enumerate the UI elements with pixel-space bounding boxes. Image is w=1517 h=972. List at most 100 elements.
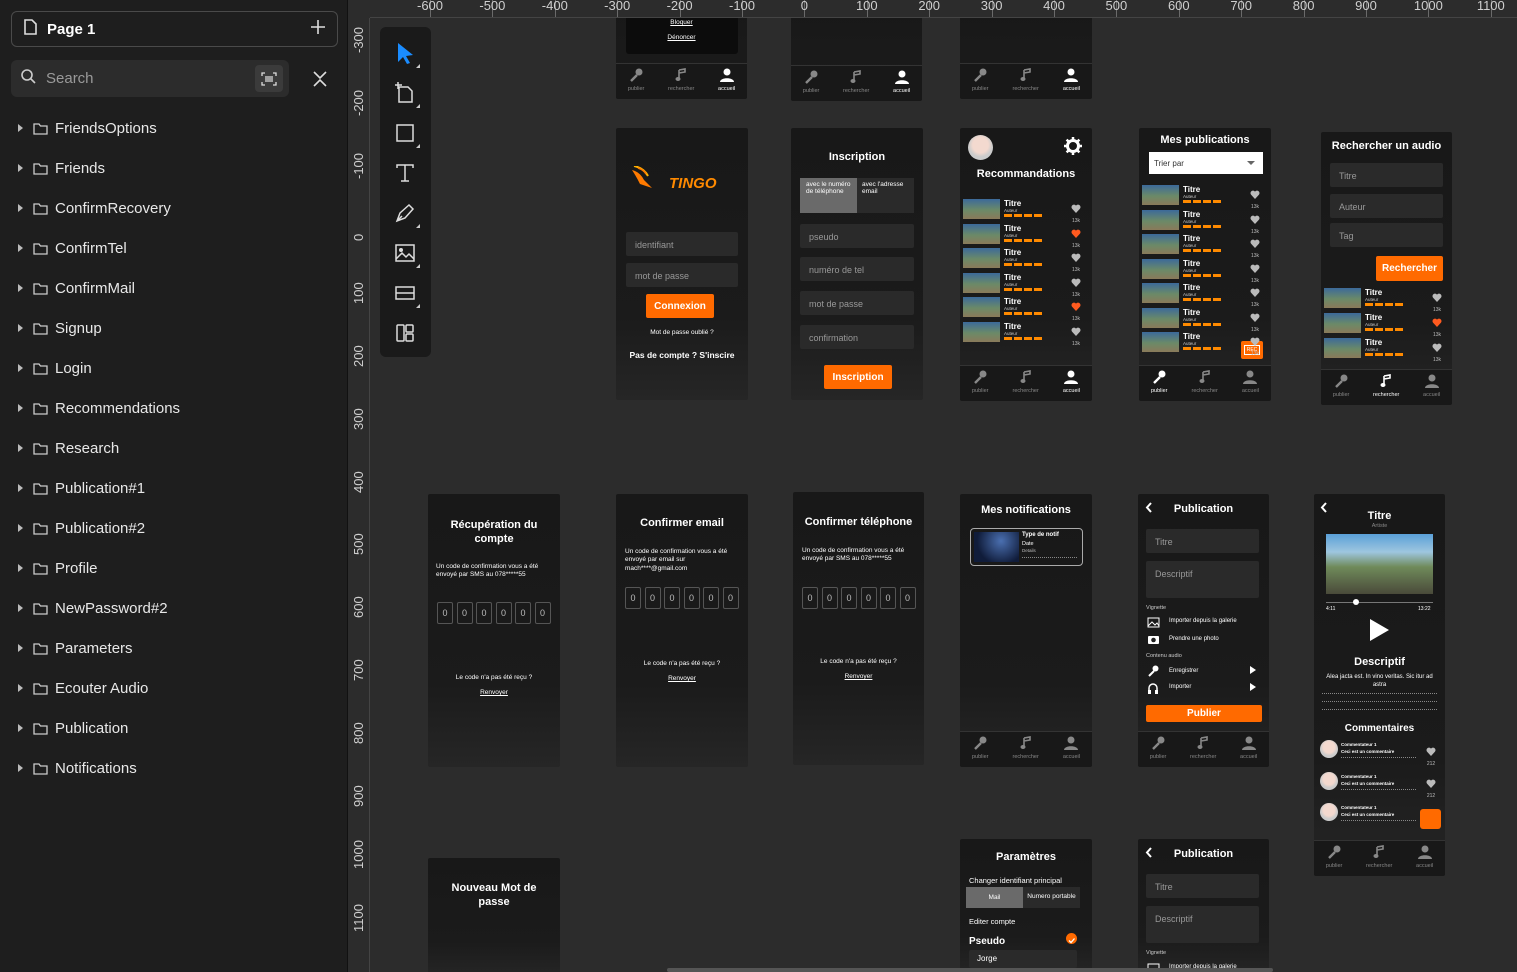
frame-signup[interactable]: Inscription avec le numéro de téléphone … xyxy=(791,128,923,400)
tag-search-input[interactable]: Tag xyxy=(1330,223,1443,247)
confirm-password-input[interactable]: confirmation xyxy=(800,325,914,349)
layer-item[interactable]: Research xyxy=(0,428,348,468)
code-digit-input[interactable]: 0 xyxy=(534,602,551,624)
like-button[interactable]: 13k xyxy=(1248,260,1262,284)
resend-link[interactable]: Renvoyer xyxy=(428,689,560,697)
like-button[interactable]: 212 xyxy=(1424,743,1438,767)
like-button[interactable]: 13k xyxy=(1430,289,1444,313)
search-button[interactable]: Rechercher xyxy=(1376,256,1443,281)
track-row[interactable]: Titre Auteur 13k xyxy=(963,321,1083,347)
code-digit-input[interactable]: 0 xyxy=(625,587,641,609)
like-button[interactable]: 13k xyxy=(1248,309,1262,333)
track-row[interactable]: Titre Auteur 13k xyxy=(1142,282,1262,308)
layer-item[interactable]: Friends xyxy=(0,148,348,188)
password-input[interactable]: mot de passe xyxy=(626,263,738,287)
avatar[interactable] xyxy=(968,135,993,160)
code-digit-input[interactable]: 0 xyxy=(664,587,680,609)
progress-knob[interactable] xyxy=(1353,599,1359,605)
nav-accueil[interactable]: accueil xyxy=(1063,68,1080,92)
add-comment-button[interactable] xyxy=(1420,809,1441,829)
like-button[interactable]: 212 xyxy=(1424,775,1438,799)
frame-tool-icon[interactable] xyxy=(388,76,422,110)
like-button[interactable]: 13k xyxy=(1248,284,1262,308)
expand-caret-icon[interactable] xyxy=(18,644,23,652)
nav-accueil[interactable]: accueil xyxy=(1423,374,1440,398)
track-row[interactable]: Titre Auteur 13k xyxy=(1142,184,1262,210)
nav-publier[interactable]: publier xyxy=(1333,374,1349,398)
password-input[interactable]: mot de passe xyxy=(800,291,914,315)
expand-caret-icon[interactable] xyxy=(18,124,23,132)
expand-caret-icon[interactable] xyxy=(18,284,23,292)
layer-item[interactable]: ConfirmMail xyxy=(0,268,348,308)
layer-item[interactable]: Publication xyxy=(0,708,348,748)
gear-icon[interactable] xyxy=(1064,137,1082,160)
search-input[interactable] xyxy=(46,70,226,87)
expand-caret-icon[interactable] xyxy=(18,524,23,532)
import-gallery-option[interactable]: Importer depuis la galerie xyxy=(1169,618,1237,626)
nav-publier[interactable]: publier xyxy=(803,70,819,94)
signup-button[interactable]: Inscription xyxy=(824,365,892,389)
code-digit-input[interactable]: 0 xyxy=(703,587,719,609)
component-tool-icon[interactable] xyxy=(388,276,422,310)
code-digit-input[interactable]: 0 xyxy=(683,587,700,609)
track-row[interactable]: Titre Auteur 13k xyxy=(963,272,1083,298)
code-digit-input[interactable]: 0 xyxy=(722,587,739,609)
layer-item[interactable]: Parameters xyxy=(0,628,348,668)
code-digit-input[interactable]: 0 xyxy=(802,587,818,609)
text-tool-icon[interactable] xyxy=(388,156,422,190)
tab-email[interactable]: avec l'adresse email xyxy=(857,178,914,213)
track-row[interactable]: Titre Auteur 13k xyxy=(963,247,1083,273)
notification-card[interactable]: Type de notif Date Details xyxy=(970,528,1083,566)
login-button[interactable]: Connexion xyxy=(646,294,714,318)
frame-publication[interactable]: Publication Titre Descriptif Vignette Im… xyxy=(1138,494,1269,767)
record-option[interactable]: Enregistrer xyxy=(1169,668,1198,676)
track-row[interactable]: Titre Auteur 13k xyxy=(1142,331,1262,357)
expand-caret-icon[interactable] xyxy=(18,164,23,172)
expand-caret-icon[interactable] xyxy=(18,484,23,492)
assets-tool-icon[interactable] xyxy=(388,316,422,350)
nav-accueil[interactable]: accueil xyxy=(1063,370,1080,394)
nav-accueil[interactable]: accueil xyxy=(1240,736,1257,760)
resend-link[interactable]: Renvoyer xyxy=(616,675,748,683)
frame-research[interactable]: Rechercher un audio Titre Auteur Tag Rec… xyxy=(1321,132,1452,405)
avatar[interactable] xyxy=(1320,772,1338,790)
rectangle-tool-icon[interactable] xyxy=(388,116,422,150)
track-row[interactable]: Titre Auteur 13k xyxy=(1324,287,1444,313)
frame-friends-options[interactable]: Bloquer Dénoncer publier rechercher accuei… xyxy=(616,18,747,99)
frame-confirm-mail[interactable]: Confirmer email Un code de confirmation … xyxy=(616,494,748,767)
nav-rechercher[interactable]: rechercher xyxy=(1013,736,1039,760)
forgot-password-link[interactable]: Mot de passe oublié ? xyxy=(616,329,748,337)
track-row[interactable]: Titre Auteur 13k xyxy=(963,296,1083,322)
publish-button[interactable]: Publier xyxy=(1146,705,1262,722)
code-digit-input[interactable]: 0 xyxy=(899,587,916,609)
nav-publier[interactable]: publier xyxy=(972,68,989,92)
track-row[interactable]: Titre Auteur 13k xyxy=(1324,337,1444,363)
avatar[interactable] xyxy=(1320,803,1338,821)
code-digit-input[interactable]: 0 xyxy=(437,602,453,624)
nav-accueil[interactable]: accueil xyxy=(718,68,735,92)
like-button[interactable]: 13k xyxy=(1430,339,1444,363)
author-search-input[interactable]: Auteur xyxy=(1330,194,1443,218)
add-page-icon[interactable] xyxy=(311,19,325,39)
layer-item[interactable]: FriendsOptions xyxy=(0,108,348,148)
nav-publier[interactable]: publier xyxy=(1150,736,1166,760)
frame-confirm-recovery[interactable]: Récupération du compte Un code de confir… xyxy=(428,494,560,767)
nav-rechercher[interactable]: rechercher xyxy=(668,68,694,92)
frame-friends[interactable]: publier rechercher accueil xyxy=(791,18,922,101)
nav-publier[interactable]: publier xyxy=(1326,845,1342,869)
code-digit-input[interactable]: 0 xyxy=(644,587,661,609)
page-selector[interactable]: Page 1 xyxy=(11,11,338,47)
code-digit-input[interactable]: 0 xyxy=(860,587,877,609)
track-row[interactable]: Titre Auteur 13k xyxy=(1142,307,1262,333)
nav-rechercher[interactable]: rechercher xyxy=(1013,68,1039,92)
layer-item[interactable]: Notifications xyxy=(0,748,348,788)
nav-rechercher[interactable]: rechercher xyxy=(843,70,869,94)
play-icon[interactable] xyxy=(1368,618,1390,647)
frame-recommendations[interactable]: Recommandations publier rechercher accueil… xyxy=(960,128,1092,401)
nav-publier[interactable]: publier xyxy=(972,736,989,760)
frame-notifications[interactable]: Mes notifications Type de notif Date Det… xyxy=(960,494,1092,767)
like-button[interactable]: 13k xyxy=(1069,200,1083,224)
pen-tool-icon[interactable] xyxy=(388,196,422,230)
take-photo-option[interactable]: Prendre une photo xyxy=(1169,636,1219,644)
tab-mail[interactable]: Mail xyxy=(966,887,1023,908)
